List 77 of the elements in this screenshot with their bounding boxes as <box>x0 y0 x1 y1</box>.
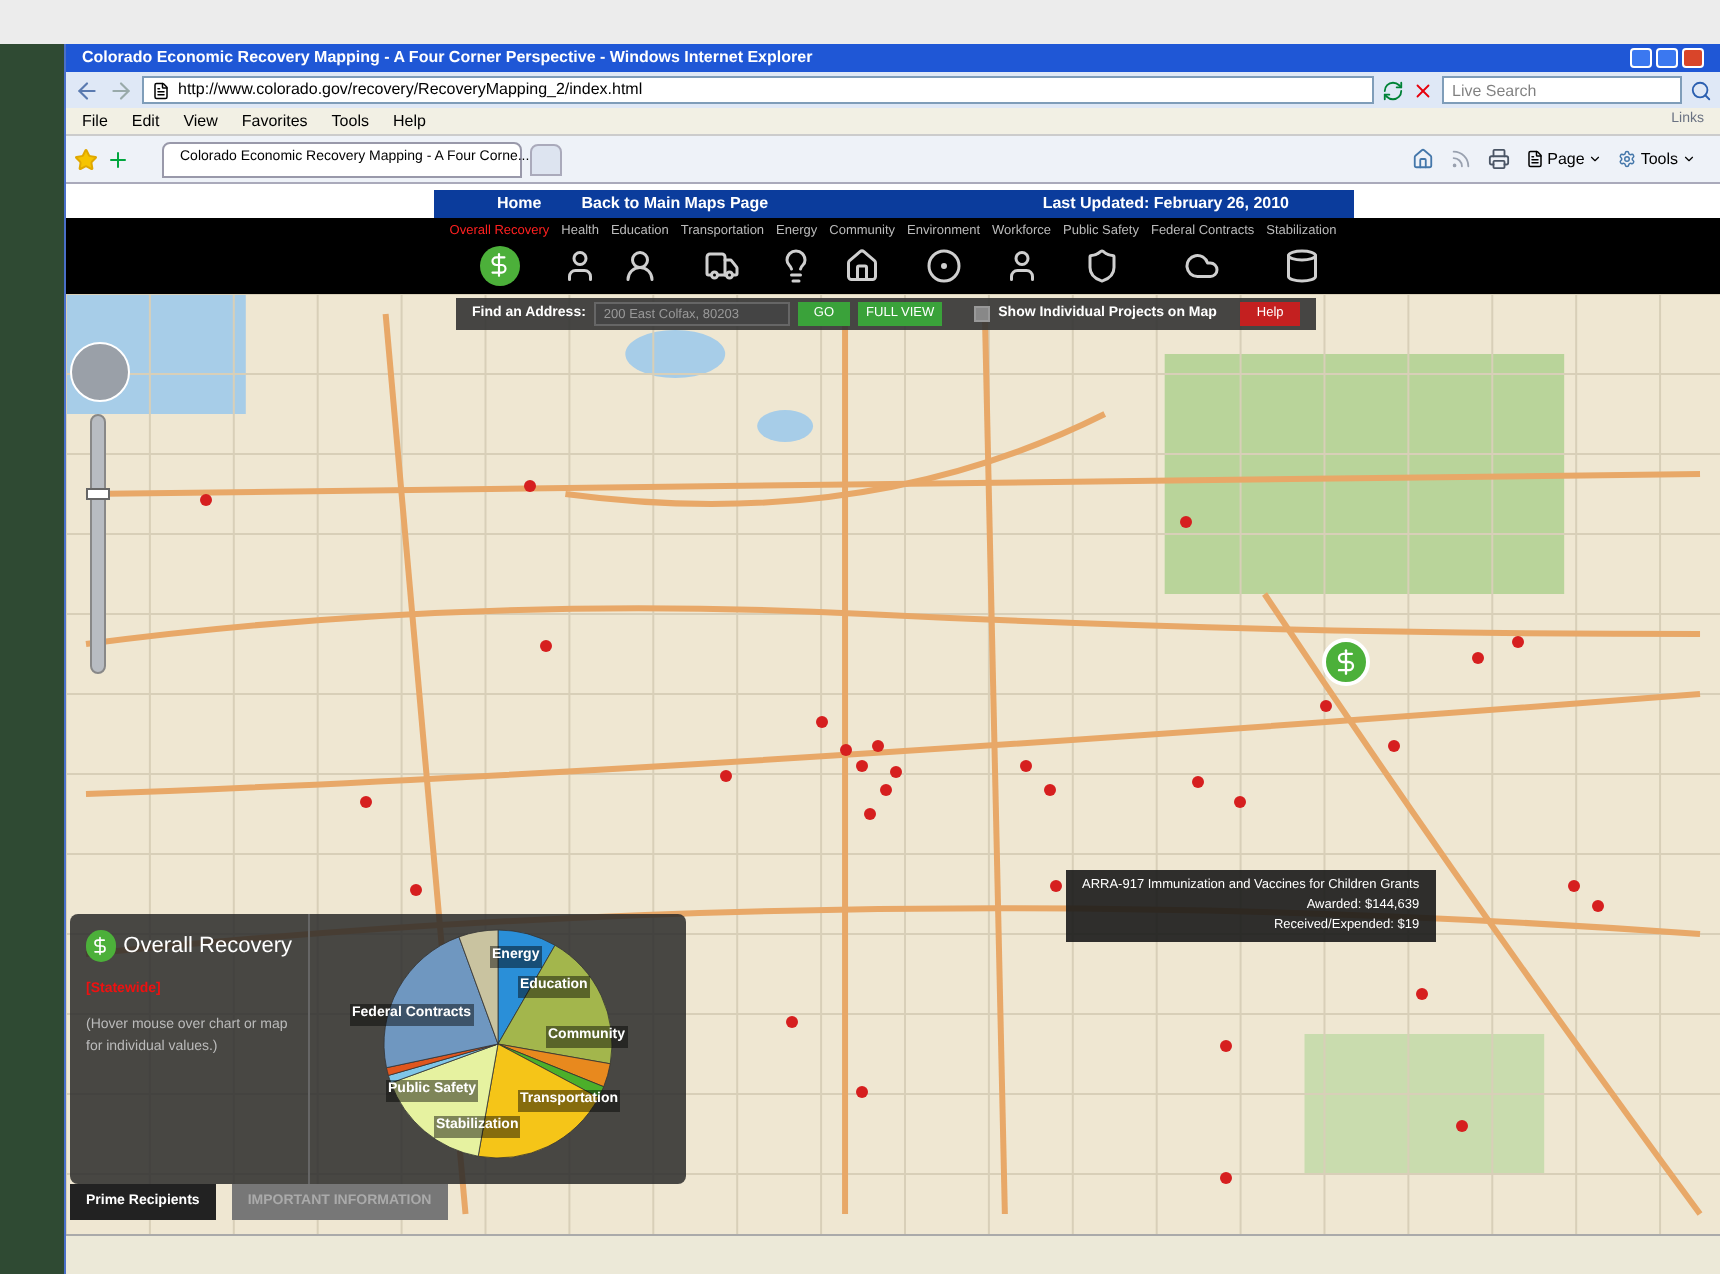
menu-item[interactable]: Help <box>392 109 426 133</box>
home-icon[interactable] <box>1411 148 1434 170</box>
maximize-button[interactable] <box>1656 48 1678 68</box>
map-pin-icon[interactable] <box>1234 796 1246 808</box>
refresh-icon[interactable] <box>1382 79 1404 101</box>
caret-icon <box>1682 152 1696 166</box>
zoom-slider-thumb[interactable] <box>86 488 110 500</box>
map-pin-icon[interactable] <box>1050 880 1062 892</box>
map-pin-icon[interactable] <box>864 808 876 820</box>
dollar-icon <box>86 930 116 963</box>
pie-slice[interactable] <box>497 1043 611 1088</box>
caret-icon <box>1588 152 1603 166</box>
checkbox[interactable] <box>974 306 991 322</box>
menu-item[interactable]: Favorites <box>241 109 308 133</box>
category-icon <box>925 247 962 284</box>
toolbar-menu[interactable]: Page <box>1525 147 1603 171</box>
search-icon[interactable] <box>1690 79 1712 101</box>
zoom-slider[interactable] <box>90 414 106 674</box>
lake <box>757 410 814 442</box>
map-pin-icon[interactable] <box>540 640 552 652</box>
map-pin-icon[interactable] <box>840 744 852 756</box>
map-pin-icon[interactable] <box>1472 652 1484 664</box>
map-pin-icon[interactable] <box>1320 700 1332 712</box>
menu-item[interactable]: View <box>183 109 218 133</box>
print-icon[interactable] <box>1487 148 1510 170</box>
menu-item[interactable]: File <box>82 109 108 133</box>
lake <box>625 330 726 378</box>
map-pin-icon[interactable] <box>1220 1172 1232 1184</box>
map-pin-icon[interactable] <box>1512 636 1524 648</box>
page-icon <box>152 81 170 99</box>
page-icon <box>1525 150 1544 168</box>
dollar-icon <box>479 245 520 286</box>
last-updated-text: Last Updated: February 26, 2010 <box>1042 192 1289 216</box>
search-field[interactable]: Live Search <box>1442 76 1682 104</box>
map-pin-icon[interactable] <box>1388 740 1400 752</box>
menu-item[interactable]: Tools <box>331 109 369 133</box>
close-button[interactable] <box>1682 48 1704 68</box>
category-icon <box>844 247 881 284</box>
map-pin-icon[interactable] <box>890 766 902 778</box>
gear-icon <box>1618 150 1637 168</box>
menu-item[interactable]: Edit <box>131 109 160 133</box>
map-pin-icon[interactable] <box>786 1016 798 1028</box>
map-pin-icon[interactable] <box>200 494 212 506</box>
favorites-star-icon[interactable] <box>74 147 98 171</box>
map-pin-icon[interactable] <box>1568 880 1580 892</box>
header-link[interactable]: Home <box>497 192 542 216</box>
map-pin-icon[interactable] <box>1220 1040 1232 1052</box>
map-pin-icon[interactable] <box>1044 784 1056 796</box>
map-pin-icon[interactable] <box>856 1086 868 1098</box>
minimize-button[interactable] <box>1630 48 1652 68</box>
url-text: http://www.colorado.gov/recovery/RecoveryMapping_2/index.html <box>178 78 643 102</box>
add-favorite-icon[interactable] <box>106 147 130 171</box>
window-title: Colorado Economic Recovery Mapping - A Four Corner Perspective - Windows Internet Explorer <box>82 46 813 70</box>
map-pin-icon[interactable] <box>856 760 868 772</box>
map-pin-icon[interactable] <box>872 740 884 752</box>
map-pin-icon[interactable] <box>880 784 892 796</box>
category-icon <box>621 247 658 284</box>
back-icon[interactable] <box>74 77 100 103</box>
map-pin-icon[interactable] <box>524 480 536 492</box>
toolbar-menu[interactable]: Tools <box>1618 147 1696 171</box>
map-pin-icon[interactable] <box>720 770 732 782</box>
category-icon <box>704 247 741 284</box>
map-pin-icon[interactable] <box>1020 760 1032 772</box>
stop-icon[interactable] <box>1412 79 1434 101</box>
map-pin-icon[interactable] <box>1592 900 1604 912</box>
category-icon <box>1083 247 1119 284</box>
map-pin-icon[interactable] <box>816 716 828 728</box>
map-pin-icon[interactable] <box>1416 988 1428 1000</box>
panel-title: Overall Recovery <box>123 932 292 962</box>
map-pin-icon[interactable] <box>410 884 422 896</box>
feed-icon[interactable] <box>1449 148 1472 170</box>
category-icon <box>1283 247 1320 284</box>
address-field[interactable]: http://www.colorado.gov/recovery/RecoveryMapping_2/index.html <box>142 76 1374 104</box>
header-link[interactable]: Back to Main Maps Page <box>581 192 769 216</box>
map-pin-icon[interactable] <box>1192 776 1204 788</box>
dollar-marker-icon[interactable] <box>1322 638 1370 686</box>
map-pin-icon[interactable] <box>360 796 372 808</box>
